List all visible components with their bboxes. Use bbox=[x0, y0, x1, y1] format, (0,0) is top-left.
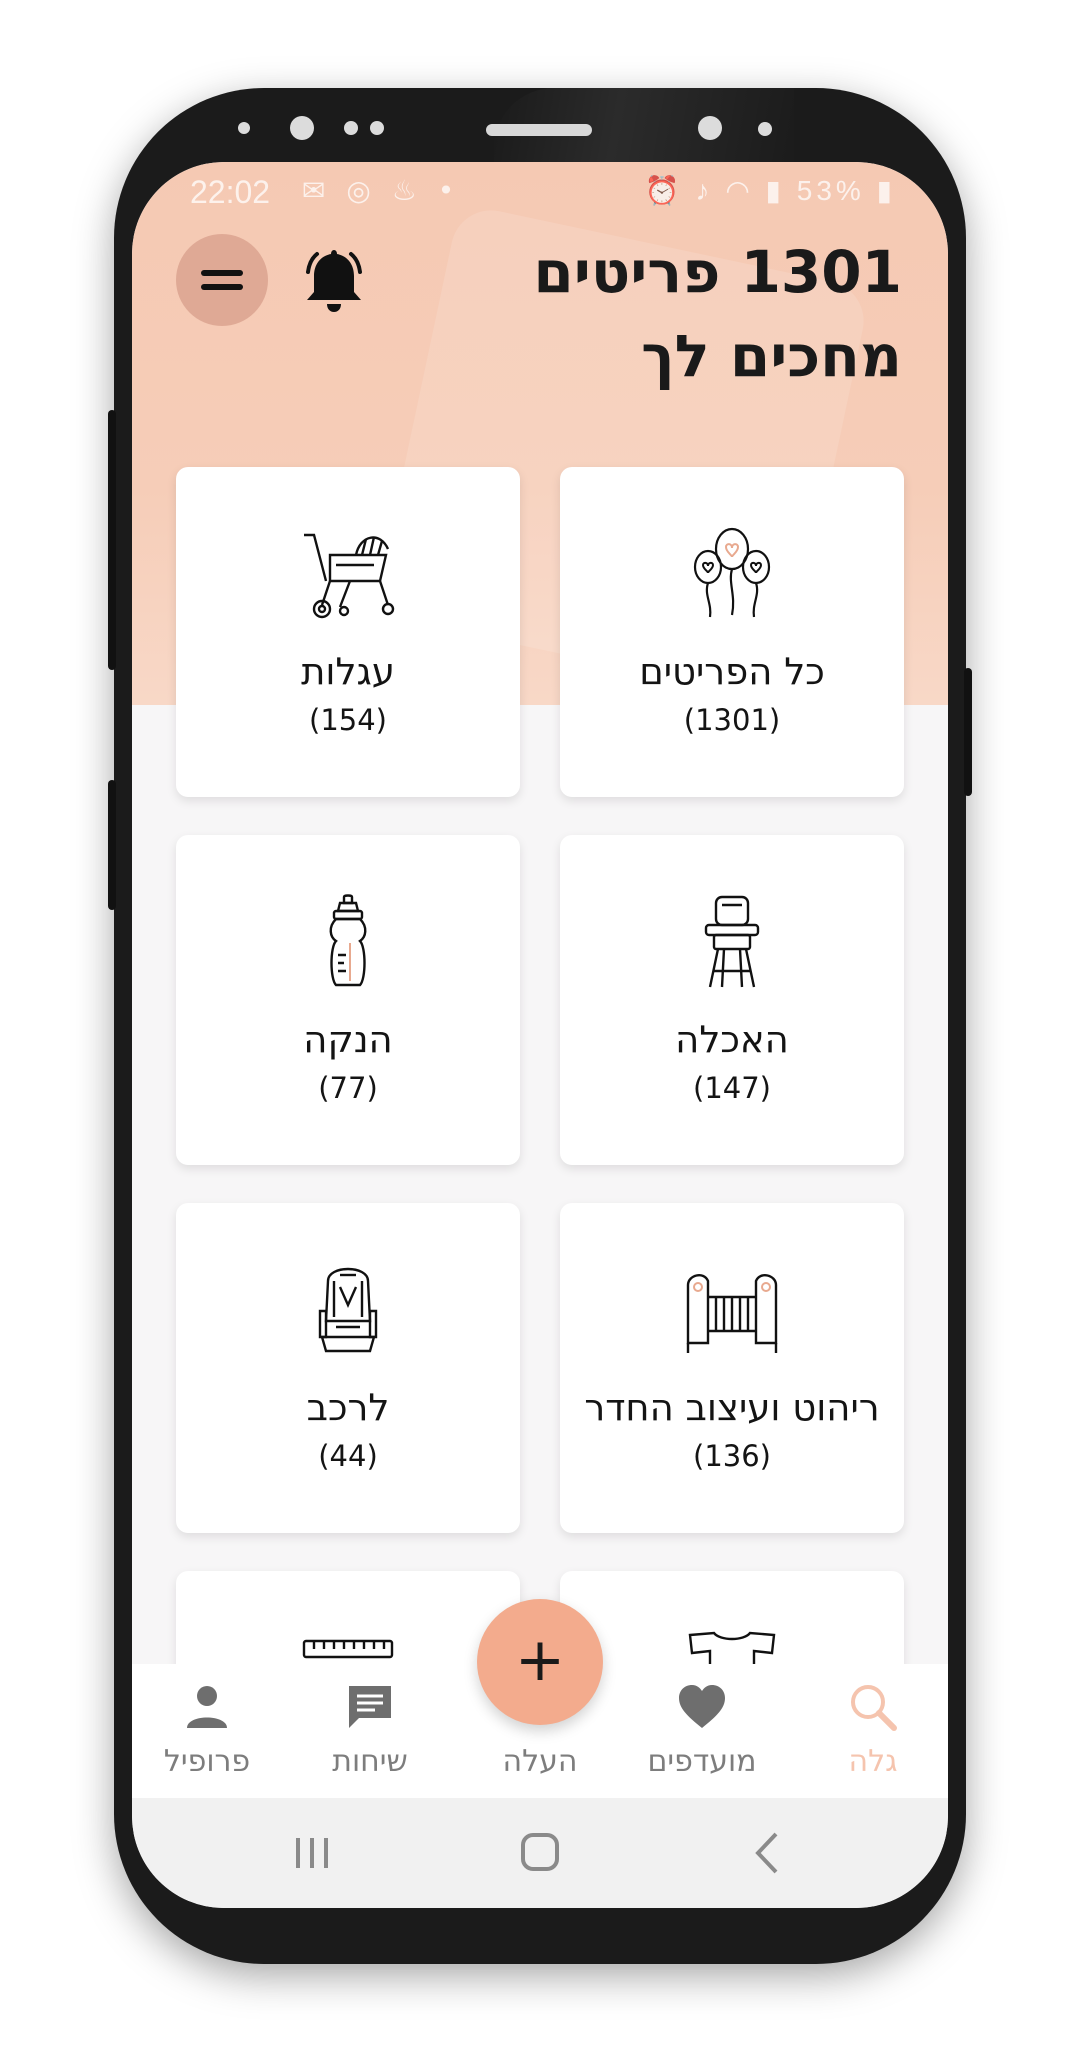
status-right: ⏰ ♪ ◠ ▮ 53% ▮ bbox=[645, 174, 896, 207]
category-card-furniture[interactable]: ריהוט ועיצוב החדר (136) bbox=[560, 1203, 904, 1533]
bell-icon[interactable] bbox=[302, 246, 366, 316]
nav-label: העלה bbox=[502, 1744, 578, 1779]
earpiece-speaker bbox=[486, 124, 592, 136]
nav-favorites[interactable]: מועדפים bbox=[627, 1664, 777, 1798]
sensor bbox=[290, 116, 314, 140]
alarm-icon: ⏰ bbox=[644, 175, 684, 206]
category-label: עגלות bbox=[301, 650, 395, 693]
notification-icon: ♨ bbox=[391, 174, 423, 207]
home-icon[interactable] bbox=[510, 1828, 570, 1878]
sensor bbox=[238, 122, 250, 134]
crib-icon bbox=[686, 1274, 778, 1353]
title-line-2: מחכים לך bbox=[641, 322, 902, 390]
nav-label: מועדפים bbox=[647, 1744, 757, 1779]
nav-label: פרופיל bbox=[163, 1744, 251, 1779]
baby-bottle-icon bbox=[329, 894, 367, 987]
upload-fab[interactable]: + bbox=[477, 1599, 603, 1725]
category-count: (147) bbox=[693, 1071, 771, 1105]
category-count: (136) bbox=[693, 1439, 771, 1473]
high-chair-icon bbox=[704, 895, 760, 988]
nav-discover[interactable]: גלה bbox=[798, 1664, 948, 1798]
category-card-nursing[interactable]: הנקה (77) bbox=[176, 835, 520, 1165]
dot-icon: • bbox=[437, 174, 461, 207]
category-card-strollers[interactable]: עגלות (154) bbox=[176, 467, 520, 797]
category-label: כל הפריטים bbox=[639, 650, 825, 693]
battery-icon: ▮ bbox=[876, 175, 896, 206]
notification-icons: ✉ ◎ ♨ • bbox=[302, 174, 460, 207]
volume-button bbox=[108, 410, 116, 670]
category-label: האכלה bbox=[675, 1018, 789, 1061]
category-card-car[interactable]: לרכב (44) bbox=[176, 1203, 520, 1533]
category-count: (154) bbox=[309, 703, 387, 737]
wifi-icon: ◠ bbox=[725, 175, 754, 206]
whatsapp-icon: ◎ bbox=[346, 174, 377, 207]
sensor bbox=[370, 121, 384, 135]
power-button bbox=[964, 668, 972, 796]
menu-icon bbox=[201, 270, 243, 276]
stroller-icon bbox=[304, 533, 395, 619]
app-screen: 22:02 ✉ ◎ ♨ • ⏰ ♪ ◠ ▮ 53% ▮ 1301 פריטים … bbox=[132, 162, 948, 1908]
category-count: (1301) bbox=[683, 703, 781, 737]
category-count: (44) bbox=[318, 1439, 378, 1473]
category-label: לרכב bbox=[306, 1386, 390, 1429]
page-title: 1301 פריטים מחכים לך bbox=[382, 230, 902, 398]
system-navigation-bar bbox=[132, 1798, 948, 1908]
heart-icon bbox=[679, 1685, 725, 1728]
front-camera bbox=[698, 116, 722, 140]
nav-label: גלה bbox=[848, 1744, 898, 1779]
menu-icon-line bbox=[201, 284, 243, 290]
balloons-icon bbox=[693, 527, 771, 618]
bixby-button bbox=[108, 780, 116, 910]
sensor bbox=[344, 121, 358, 135]
car-seat-icon bbox=[318, 1267, 378, 1353]
gmail-icon: ✉ bbox=[302, 174, 332, 207]
nav-chats[interactable]: שיחות bbox=[295, 1664, 445, 1798]
status-time: 22:02 bbox=[190, 174, 271, 210]
nav-label: שיחות bbox=[332, 1744, 408, 1779]
category-card-feeding[interactable]: האכלה (147) bbox=[560, 835, 904, 1165]
back-icon[interactable] bbox=[738, 1828, 798, 1878]
mute-icon: ♪ bbox=[695, 175, 714, 206]
chat-icon bbox=[349, 1686, 391, 1728]
status-bar: 22:02 ✉ ◎ ♨ • ⏰ ♪ ◠ ▮ 53% ▮ bbox=[132, 162, 948, 232]
search-icon bbox=[851, 1685, 897, 1731]
signal-icon: ▮ bbox=[765, 175, 785, 206]
title-line-1: 1301 פריטים bbox=[533, 238, 902, 306]
sensor bbox=[758, 122, 772, 136]
recent-apps-icon[interactable] bbox=[282, 1828, 342, 1878]
person-icon bbox=[187, 1686, 227, 1728]
nav-profile[interactable]: פרופיל bbox=[132, 1664, 282, 1798]
category-label: הנקה bbox=[303, 1018, 393, 1061]
plus-icon: + bbox=[514, 1625, 566, 1695]
menu-button[interactable] bbox=[176, 234, 268, 326]
battery-percent: 53% bbox=[796, 175, 865, 206]
category-card-all[interactable]: כל הפריטים (1301) bbox=[560, 467, 904, 797]
category-label: ריהוט ועיצוב החדר bbox=[584, 1386, 880, 1429]
category-count: (77) bbox=[318, 1071, 378, 1105]
